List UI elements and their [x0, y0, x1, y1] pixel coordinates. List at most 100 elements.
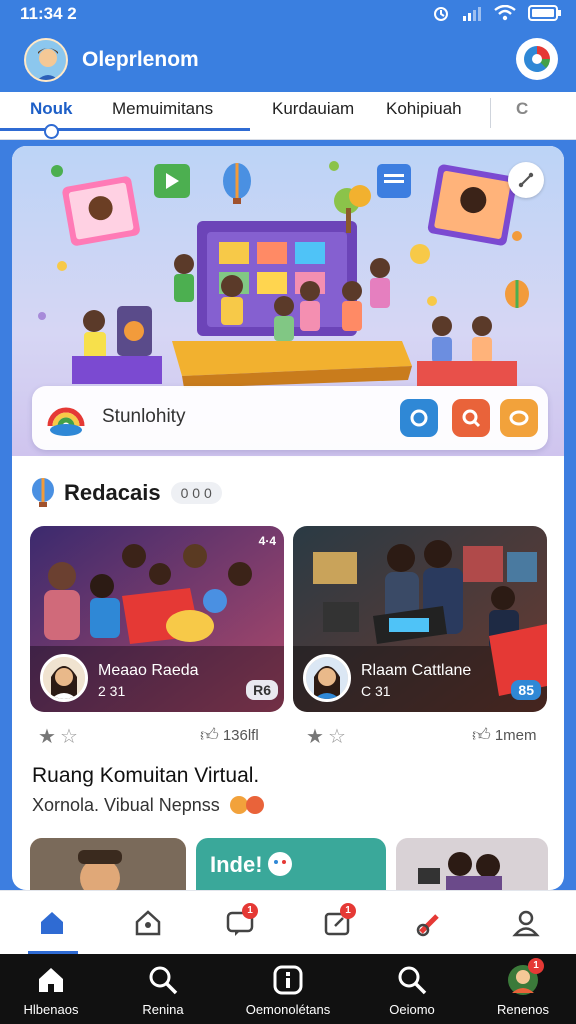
star-icon: ★ [38, 726, 56, 748]
like-icon: 👍︎ [472, 725, 491, 745]
emoji-icon [229, 796, 264, 814]
card-badge: 85 [511, 680, 541, 700]
card-subtitle: 2 31 [98, 683, 126, 699]
notification-badge: 1 [528, 958, 544, 974]
nav-profile[interactable] [508, 905, 544, 941]
user-avatar[interactable] [24, 38, 68, 82]
tab-divider [490, 98, 491, 128]
star-half-icon: ☆ [327, 726, 346, 748]
like-count: 136lfl [222, 726, 259, 744]
card-subtitle: C 31 [361, 683, 391, 699]
sys-nav-profile[interactable]: 1 Renenos [468, 958, 576, 1017]
section-title: Redacais [64, 480, 161, 505]
status-time: 11:34 2 [20, 4, 77, 23]
sys-nav-label: Hlbenaos [23, 1002, 79, 1017]
sys-nav-label: Oeiomo [389, 1002, 435, 1017]
chat-icon [509, 410, 529, 426]
tab-nouk[interactable]: Nouk [30, 99, 73, 119]
tab-kohipiuah[interactable]: Kohipiuah [386, 99, 462, 119]
sys-nav-info[interactable]: Oemonolétans [233, 962, 343, 1017]
card-name: Meaao Raeda [98, 662, 199, 679]
thumbnail[interactable] [30, 838, 186, 890]
main-content: Stunlohity Redacais 0 0 0 4·4 Meaao Raed… [12, 146, 564, 890]
sys-nav-home[interactable]: Hlbenaos [0, 962, 106, 1017]
camera-icon [410, 409, 428, 427]
search-icon [149, 966, 178, 995]
nav-house[interactable] [130, 905, 166, 941]
rainbow-logo-icon [47, 407, 85, 436]
wifi-icon [494, 5, 516, 21]
system-bottom-nav: Hlbenaos Renina Oemonolétans Oeiomo 1 Re… [0, 954, 576, 1024]
tab-indicator [0, 124, 250, 139]
search-card[interactable]: Stunlohity [32, 386, 548, 450]
star-icon: ★ [306, 726, 324, 748]
notification-badge: 1 [242, 903, 258, 919]
tab-memuimitans[interactable]: Memuimitans [112, 99, 213, 119]
search-label: Stunlohity [102, 406, 186, 427]
hero-banner[interactable]: Stunlohity [12, 146, 564, 456]
search-icon [462, 409, 481, 428]
house-icon [135, 910, 161, 936]
sys-nav-search[interactable]: Renina [108, 962, 218, 1017]
card-likes[interactable]: 👍︎ 1mem [472, 724, 537, 746]
app-bottom-nav: 1 1 [0, 890, 576, 954]
sys-nav-discover[interactable]: Oeiomo [357, 962, 467, 1017]
share-button[interactable] [508, 162, 544, 198]
tab-kurdauiam[interactable]: Kurdauiam [272, 99, 354, 119]
app-logo[interactable] [516, 38, 558, 80]
tab-bar: Nouk Memuimitans Kurdauiam Kohipiuah C [0, 92, 576, 140]
card-name: Rlaam Cattlane [361, 662, 472, 679]
sys-nav-label: Renenos [496, 1002, 550, 1017]
notification-badge: 1 [340, 903, 356, 919]
community-title: Ruang Komuitan Virtual. [32, 764, 260, 787]
share-icon [518, 172, 534, 188]
section-chip[interactable]: 0 0 0 [170, 482, 222, 504]
card-corner-label: 4·4 [258, 534, 276, 548]
profile-icon [512, 910, 540, 937]
section-header: Redacais 0 0 0 [30, 478, 222, 508]
like-icon: 👍︎ [200, 725, 219, 745]
thumbnail-image [30, 838, 186, 890]
thumbnail-image [396, 838, 548, 890]
thumbnail[interactable] [396, 838, 548, 890]
nav-create[interactable] [412, 905, 448, 941]
search-button[interactable] [452, 399, 490, 437]
pen-icon [416, 914, 439, 937]
app-bar: Oleprlenom [0, 28, 576, 92]
status-bar: 11:34 2 [0, 0, 576, 28]
card-badge: R6 [246, 680, 278, 700]
signal-icon [463, 7, 481, 21]
chat-logo-icon [524, 46, 550, 72]
search-icon [398, 966, 427, 995]
community-subtitle-text: Xornola. Vibual Nepnss [32, 794, 220, 815]
card-avatar [40, 654, 88, 702]
community-subtitle: Xornola. Vibual Nepnss [32, 794, 266, 816]
home-icon [41, 912, 63, 934]
balloon-icon [32, 478, 54, 507]
thumbnail[interactable]: Inde! [196, 838, 386, 890]
chat-button[interactable] [500, 399, 538, 437]
person-avatar-icon [306, 657, 348, 699]
battery-icon [528, 5, 561, 21]
status-icons [432, 4, 562, 22]
video-card[interactable]: Rlaam Cattlane C 31 85 [293, 526, 547, 712]
person-avatar-icon [43, 657, 85, 699]
camera-button[interactable] [400, 399, 438, 437]
app-title: Oleprlenom [82, 48, 199, 71]
face-icon [268, 852, 292, 876]
info-icon [273, 965, 303, 995]
thumbnail-label: Inde! [210, 852, 263, 877]
star-half-icon: ☆ [59, 726, 78, 748]
tab-more[interactable]: C [516, 99, 528, 119]
nav-messages[interactable]: 1 [222, 903, 258, 941]
like-count: 1mem [494, 726, 537, 744]
card-rating[interactable]: ★ ☆ [38, 724, 78, 749]
video-card[interactable]: 4·4 Meaao Raeda 2 31 R6 [30, 526, 284, 712]
nav-home[interactable] [34, 905, 70, 941]
avatar-icon [26, 40, 66, 80]
card-rating[interactable]: ★ ☆ [306, 724, 346, 749]
card-likes[interactable]: 👍︎ 136lfl [200, 724, 259, 746]
alarm-icon [434, 7, 448, 21]
sys-nav-label: Oemonolétans [245, 1002, 331, 1017]
nav-edit[interactable]: 1 [320, 903, 356, 941]
